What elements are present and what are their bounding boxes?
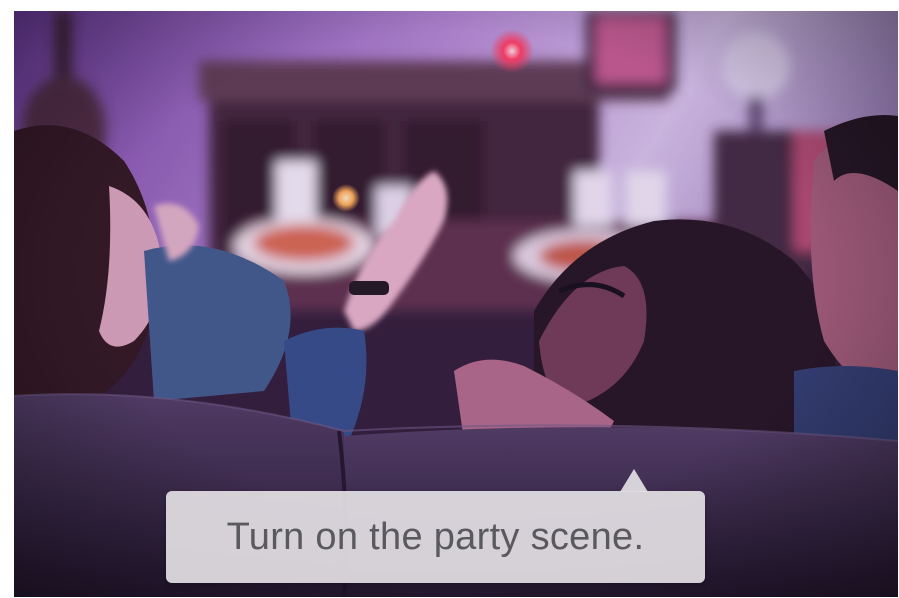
speech-bubble-tail: [620, 469, 648, 492]
voice-command-bubble: Turn on the party scene.: [166, 469, 705, 583]
screenshot-frame: Turn on the party scene.: [14, 11, 898, 597]
voice-command-text: Turn on the party scene.: [226, 515, 645, 558]
